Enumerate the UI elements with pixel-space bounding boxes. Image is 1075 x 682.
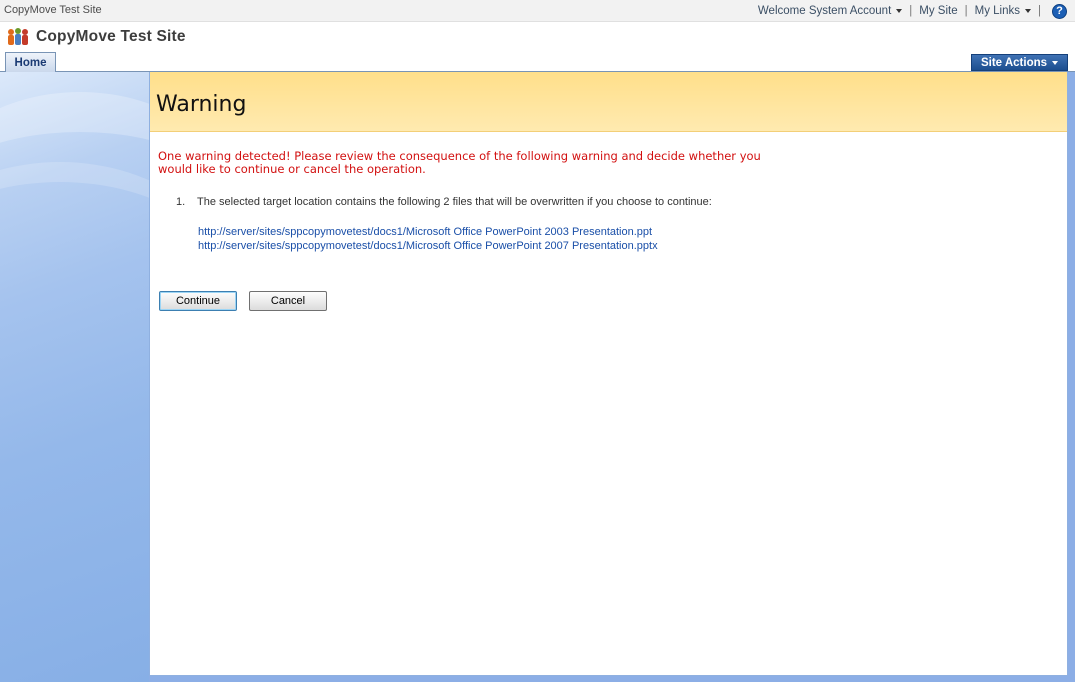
chevron-down-icon	[1052, 60, 1059, 65]
site-title[interactable]: CopyMove Test Site	[36, 28, 186, 46]
warning-list: 1. The selected target location contains…	[176, 196, 1036, 208]
file-link-ppt[interactable]: http://server/sites/sppcopymovetest/docs…	[198, 225, 658, 239]
main-content: Warning One warning detected! Please rev…	[149, 72, 1068, 676]
page-header: Warning	[150, 72, 1067, 132]
welcome-label: Welcome System Account	[757, 5, 892, 17]
file-links: http://server/sites/sppcopymovetest/docs…	[198, 225, 658, 253]
global-site-name[interactable]: CopyMove Test Site	[4, 4, 102, 16]
my-links-menu[interactable]: My Links	[975, 5, 1031, 17]
separator: |	[964, 5, 968, 17]
site-actions-label: Site Actions	[980, 56, 1048, 69]
separator: |	[1038, 5, 1041, 17]
welcome-menu[interactable]: Welcome System Account	[757, 5, 903, 17]
site-actions-menu[interactable]: Site Actions	[971, 54, 1068, 71]
separator: |	[909, 5, 913, 17]
list-item-number: 1.	[176, 196, 186, 208]
list-item: 1. The selected target location contains…	[176, 196, 1036, 208]
my-site-link[interactable]: My Site	[919, 5, 957, 17]
people-group-icon	[8, 28, 28, 45]
global-links: Welcome System Account | My Site | My Li…	[758, 3, 1067, 19]
help-icon[interactable]: ?	[1052, 3, 1067, 19]
continue-button[interactable]: Continue	[159, 291, 237, 311]
warning-message: One warning detected! Please review the …	[158, 149, 761, 176]
global-navigation-bar: CopyMove Test Site Welcome System Accoun…	[0, 0, 1075, 22]
page-title: Warning	[156, 92, 247, 117]
site-title-area: CopyMove Test Site	[0, 22, 1075, 52]
decorative-swoosh	[0, 162, 149, 442]
chevron-down-icon	[896, 9, 903, 13]
chevron-down-icon	[1025, 9, 1031, 13]
bottom-border	[149, 676, 1075, 682]
tab-home[interactable]: Home	[5, 52, 56, 72]
top-navigation: Home Site Actions	[0, 52, 1075, 72]
list-item-text: The selected target location contains th…	[197, 196, 712, 208]
my-links-label: My Links	[974, 5, 1020, 17]
left-navigation-panel	[0, 72, 149, 682]
file-link-pptx[interactable]: http://server/sites/sppcopymovetest/docs…	[198, 239, 658, 253]
right-border	[1068, 72, 1075, 682]
cancel-button[interactable]: Cancel	[249, 291, 327, 311]
